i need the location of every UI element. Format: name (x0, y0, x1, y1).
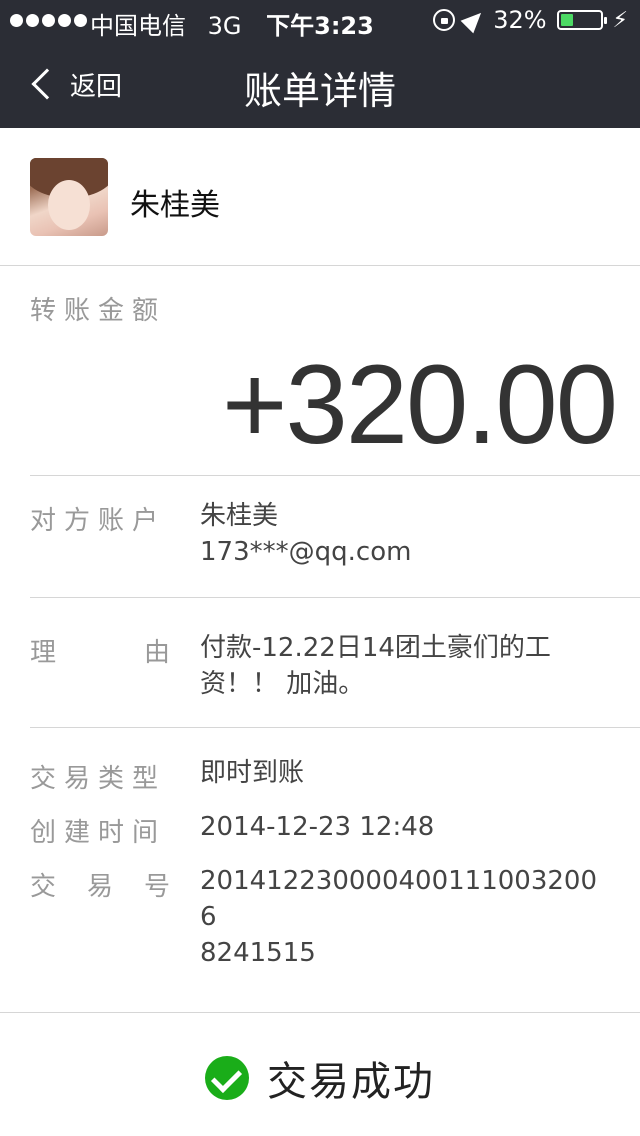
transaction-type-value: 即时到账 (200, 758, 305, 788)
divider (30, 475, 640, 476)
battery-icon (556, 10, 607, 30)
transaction-number-value: 201412230000400111003200​6 8241515 (200, 863, 610, 971)
counterparty-account: 173***@qq.com (200, 537, 412, 567)
status-text: 交易成功 (267, 1059, 435, 1105)
rotation-lock-icon (433, 9, 456, 31)
transaction-number-line1: 201412230000400111003200​6 (200, 866, 598, 932)
divider (30, 597, 640, 598)
status-indicators: 32% ⚡ (433, 6, 628, 34)
counterparty-name: 朱桂美 (200, 501, 279, 531)
avatar[interactable] (30, 158, 108, 236)
txn-label-char: 交 (30, 872, 57, 902)
charging-icon: ⚡ (612, 7, 628, 33)
amount-label: 转账金额 (30, 296, 167, 326)
avatar-face (48, 180, 90, 230)
txn-label-char: 号 (143, 872, 170, 902)
created-time-value: 2014-12-23 12:48 (200, 812, 435, 842)
check-circle-icon (205, 1056, 249, 1100)
footer: 交易成功 (0, 1012, 640, 1136)
battery-percent: 32% (493, 6, 547, 34)
payer-row[interactable]: 朱桂美 (0, 128, 640, 266)
reason-value: 付款-12.22日14团土豪们的工资！！ 加油。 (200, 633, 551, 699)
divider (30, 727, 640, 728)
counterparty-label: 对方账户 (30, 506, 167, 536)
battery-level-fill (560, 14, 573, 26)
top-bar: 中国电信 3G 下午3:23 32% ⚡ 返回 账单详情 (0, 0, 640, 128)
page-title: 账单详情 (243, 69, 396, 113)
reason-label: 理 由 (30, 632, 170, 669)
nav-bar: 返回 账单详情 (0, 40, 640, 128)
reason-label-char: 理 (30, 638, 57, 668)
transaction-number-label: 交 易 号 (30, 866, 170, 903)
created-time-label: 创建时间 (30, 818, 167, 848)
transaction-number-line2: 8241515 (200, 938, 316, 968)
transaction-type-label: 交易类型 (30, 764, 167, 794)
payer-name: 朱桂美 (130, 188, 220, 223)
status-bar: 中国电信 3G 下午3:23 32% ⚡ (0, 0, 640, 40)
txn-label-char: 易 (86, 872, 113, 902)
amount-value: +320.00 (222, 342, 618, 467)
counterparty-value: 朱桂美 173***@qq.com (200, 498, 610, 570)
transaction-status: 交易成功 (0, 1049, 640, 1107)
location-arrow-icon (460, 6, 488, 34)
reason-label-char: 由 (143, 638, 170, 668)
